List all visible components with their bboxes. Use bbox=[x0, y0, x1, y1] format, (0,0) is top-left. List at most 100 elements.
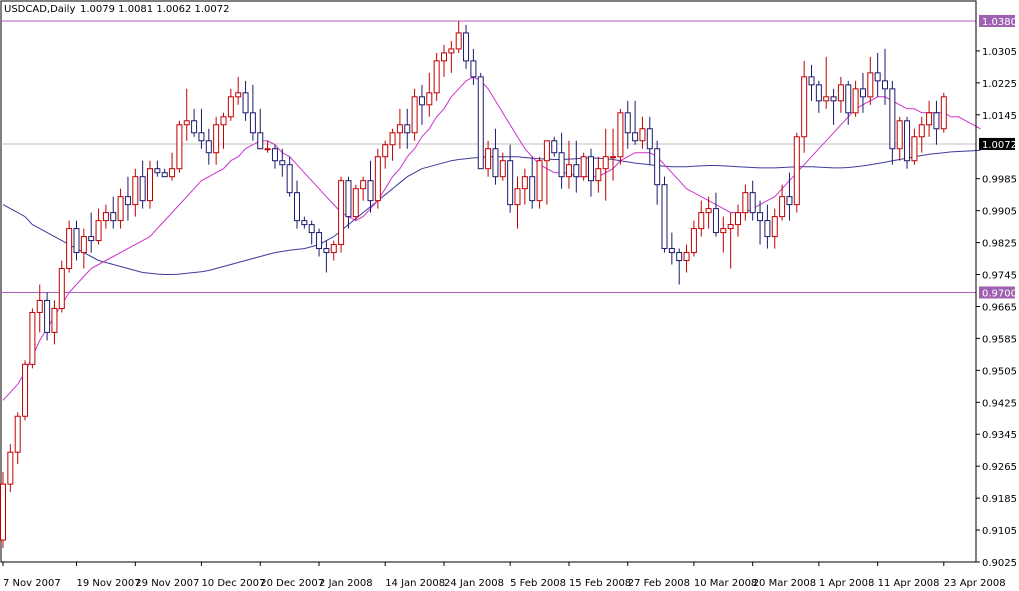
candle-body bbox=[874, 72, 881, 82]
candle-83 bbox=[610, 128, 617, 181]
candle-93 bbox=[683, 244, 690, 273]
price-tick-label-10: 0.9425 bbox=[982, 398, 1017, 409]
candle-46 bbox=[338, 176, 345, 253]
candle-body bbox=[911, 136, 918, 162]
candle-body bbox=[654, 148, 661, 186]
candle-body bbox=[323, 248, 330, 254]
candle-body bbox=[154, 168, 161, 174]
candle-body bbox=[286, 164, 293, 194]
candle-body bbox=[815, 84, 822, 102]
candle-125 bbox=[918, 116, 925, 153]
candle-body bbox=[485, 148, 492, 170]
candle-body bbox=[698, 212, 705, 230]
candle-body bbox=[646, 128, 653, 150]
candle-98 bbox=[720, 216, 727, 253]
candle-6 bbox=[44, 292, 51, 341]
candle-17 bbox=[124, 176, 131, 221]
candle-body bbox=[330, 244, 337, 254]
time-tick-label-7: 24 Jan 2008 bbox=[444, 578, 504, 589]
candle-body bbox=[29, 311, 36, 365]
candle-53 bbox=[389, 128, 396, 161]
candle-body bbox=[44, 299, 51, 333]
candle-85 bbox=[624, 100, 631, 149]
candle-body bbox=[786, 196, 793, 206]
candle-body bbox=[918, 124, 925, 138]
candle-54 bbox=[396, 108, 403, 149]
candle-127 bbox=[933, 100, 940, 145]
candle-88 bbox=[646, 116, 653, 165]
candle-21 bbox=[154, 160, 161, 177]
candle-body bbox=[859, 88, 866, 98]
candle-11 bbox=[80, 228, 87, 269]
candle-body bbox=[448, 48, 455, 54]
candle-91 bbox=[668, 232, 675, 265]
price-tick-label-13: 0.9185 bbox=[982, 494, 1017, 505]
candle-67 bbox=[492, 128, 499, 185]
candle-51 bbox=[374, 148, 381, 209]
candle-75 bbox=[551, 136, 558, 157]
candle-body bbox=[808, 76, 815, 86]
candle-32 bbox=[235, 76, 242, 105]
candle-body bbox=[933, 112, 940, 130]
candle-body bbox=[338, 180, 345, 246]
candle-76 bbox=[558, 132, 565, 189]
candle-body bbox=[705, 208, 712, 214]
time-tick-label-0: 7 Nov 2007 bbox=[3, 578, 61, 589]
candle-48 bbox=[352, 184, 359, 221]
candle-104 bbox=[764, 204, 771, 249]
candle-body bbox=[404, 124, 411, 134]
candle-61 bbox=[448, 40, 455, 73]
candle-body bbox=[271, 148, 278, 162]
candle-body bbox=[73, 228, 80, 254]
candle-body bbox=[837, 84, 844, 102]
candle-84 bbox=[617, 108, 624, 165]
price-tick-label-4: 0.9905 bbox=[982, 207, 1017, 218]
candle-body bbox=[757, 212, 764, 222]
candle-body bbox=[661, 184, 668, 250]
candle-77 bbox=[565, 140, 572, 189]
candle-body bbox=[139, 176, 146, 202]
candle-body bbox=[147, 168, 153, 202]
candle-body bbox=[529, 176, 536, 202]
candle-body bbox=[352, 188, 359, 218]
candle-body bbox=[88, 236, 95, 242]
candle-body bbox=[801, 76, 808, 138]
candle-body bbox=[257, 132, 264, 150]
candle-body bbox=[227, 96, 234, 118]
candle-102 bbox=[749, 180, 756, 221]
candle-body bbox=[632, 132, 639, 142]
candle-114 bbox=[837, 76, 844, 113]
candle-body bbox=[749, 192, 756, 214]
price-tick-label-15: 0.9025 bbox=[982, 558, 1017, 569]
candle-52 bbox=[382, 140, 389, 169]
candle-27 bbox=[198, 108, 205, 149]
level-badge-1: 0.9700 bbox=[982, 288, 1017, 299]
candle-body bbox=[7, 451, 14, 485]
level-badge-0: 1.0380 bbox=[982, 17, 1017, 28]
price-tick-label-8: 0.9585 bbox=[982, 334, 1017, 345]
candle-body bbox=[191, 120, 198, 134]
candle-8 bbox=[58, 260, 65, 313]
candle-79 bbox=[580, 152, 587, 181]
candle-body bbox=[690, 228, 697, 254]
time-axis: 7 Nov 2007 19 Nov 200729 Nov 2007 10 Dec 2… bbox=[1, 561, 1006, 589]
candle-body bbox=[639, 128, 646, 142]
price-tick-label-7: 0.9665 bbox=[982, 302, 1017, 313]
candle-body bbox=[543, 140, 550, 162]
candle-34 bbox=[249, 84, 256, 141]
candle-62 bbox=[455, 20, 462, 53]
candle-101 bbox=[742, 184, 749, 221]
candle-56 bbox=[411, 88, 418, 141]
candle-26 bbox=[191, 108, 198, 137]
candle-body bbox=[742, 192, 749, 214]
candle-55 bbox=[404, 108, 411, 149]
candle-body bbox=[389, 132, 396, 146]
candle-23 bbox=[169, 152, 176, 181]
candle-119 bbox=[874, 52, 881, 97]
price-tick-label-6: 0.9745 bbox=[982, 271, 1017, 282]
chart-symbol-label: USDCAD,Daily bbox=[4, 4, 75, 15]
price-axis: 1.0305 1.0225 1.0145 0.9985 0.9905 0.9825 0.97… bbox=[975, 1, 1017, 569]
candle-44 bbox=[323, 240, 330, 273]
candle-73 bbox=[536, 156, 543, 209]
candle-body bbox=[602, 156, 609, 170]
